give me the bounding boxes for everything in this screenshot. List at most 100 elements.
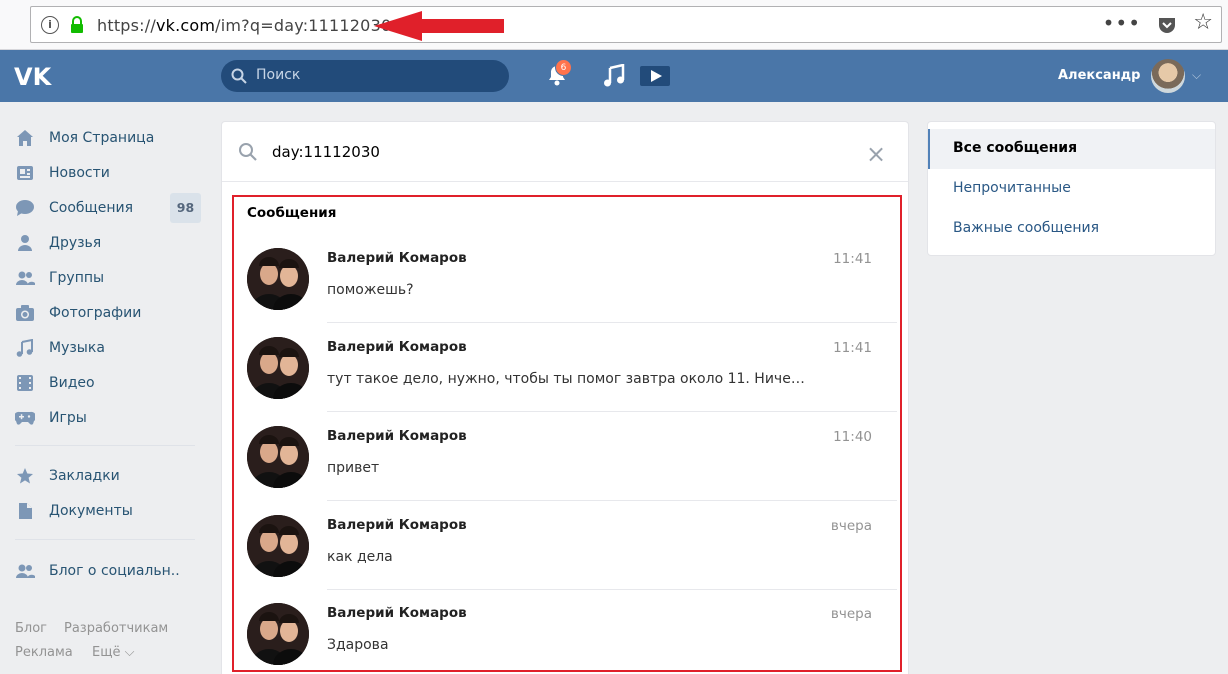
- sidebar-item-blog[interactable]: Блог о социальн..: [15, 555, 203, 587]
- filter-all-messages[interactable]: Все сообщения: [928, 129, 1215, 169]
- message-preview: привет: [327, 460, 380, 476]
- avatar[interactable]: [247, 426, 309, 488]
- sidebar-item-label: Документы: [49, 503, 133, 519]
- avatar[interactable]: [247, 603, 309, 665]
- page-actions-icon[interactable]: •••: [1103, 11, 1141, 35]
- message-time: 11:41: [833, 251, 872, 267]
- sidebar-item-games[interactable]: Игры: [15, 402, 203, 434]
- message-row[interactable]: Валерий Комаров вчера Здарова: [247, 589, 877, 674]
- home-icon: [15, 128, 35, 148]
- message-sender[interactable]: Валерий Комаров: [327, 250, 467, 266]
- footer-link-developers[interactable]: Разработчикам: [64, 621, 168, 636]
- document-icon: [15, 501, 35, 521]
- svg-text:VK: VK: [14, 63, 53, 89]
- header-search-input[interactable]: Поиск: [221, 60, 509, 92]
- footer-link-more[interactable]: Ещё ⌵: [92, 645, 134, 660]
- video-icon[interactable]: [640, 64, 670, 88]
- message-search-bar: day:11112030 ×: [222, 122, 908, 182]
- sidebar-item-messages[interactable]: Сообщения 98: [15, 192, 203, 224]
- sidebar-item-label: Фотографии: [49, 305, 142, 321]
- sidebar-item-friends[interactable]: Друзья: [15, 227, 203, 259]
- sidebar: Моя Страница Новости Сообщения 98 Друзья…: [0, 102, 210, 674]
- avatar[interactable]: [247, 337, 309, 399]
- notifications-badge: 6: [555, 59, 572, 76]
- sidebar-item-music[interactable]: Музыка: [15, 332, 203, 364]
- user-name[interactable]: Александр: [1058, 68, 1141, 83]
- messages-count-badge: 98: [170, 193, 201, 223]
- sidebar-item-label: Музыка: [49, 340, 105, 356]
- footer-link-blog[interactable]: Блог: [15, 621, 47, 636]
- message-time: вчера: [830, 518, 872, 534]
- message-sender[interactable]: Валерий Комаров: [327, 605, 467, 621]
- filter-label: Все сообщения: [953, 140, 1078, 156]
- gamepad-icon: [15, 408, 35, 428]
- message-row[interactable]: Валерий Комаров вчера как дела: [247, 501, 897, 590]
- message-preview: тут такое дело, нужно, чтобы ты помог за…: [327, 371, 807, 387]
- message-preview: поможешь?: [327, 282, 414, 298]
- browser-toolbar: i https://vk.com/im?q=day:11112030 ••• ☆: [0, 0, 1228, 50]
- filter-label: Важные сообщения: [953, 220, 1100, 236]
- messages-filter-menu: Все сообщения Непрочитанные Важные сообщ…: [927, 121, 1216, 256]
- video-icon: [15, 373, 35, 393]
- camera-icon: [15, 303, 35, 323]
- sidebar-item-label: Блог о социальн..: [49, 563, 180, 579]
- section-title: Сообщения: [247, 205, 337, 221]
- sidebar-divider: [15, 445, 195, 446]
- message-sender[interactable]: Валерий Комаров: [327, 428, 467, 444]
- message-sender[interactable]: Валерий Комаров: [327, 339, 467, 355]
- sidebar-item-label: Игры: [49, 410, 87, 426]
- news-icon: [15, 163, 35, 183]
- message-time: 11:40: [833, 429, 872, 445]
- address-bar[interactable]: i https://vk.com/im?q=day:11112030 ••• ☆: [30, 6, 1222, 43]
- user-avatar[interactable]: [1151, 59, 1185, 93]
- sidebar-item-label: Друзья: [49, 235, 102, 251]
- sidebar-item-label: Новости: [49, 165, 110, 181]
- message-row[interactable]: Валерий Комаров 11:40 привет: [247, 412, 897, 501]
- message-row[interactable]: Валерий Комаров 11:41 поможешь?: [247, 234, 897, 323]
- pocket-icon[interactable]: [1157, 15, 1177, 35]
- info-icon[interactable]: i: [41, 16, 59, 34]
- search-placeholder: Поиск: [256, 67, 301, 83]
- message-time: 11:41: [833, 340, 872, 356]
- close-icon[interactable]: ×: [866, 140, 886, 168]
- sidebar-item-photos[interactable]: Фотографии: [15, 297, 203, 329]
- search-icon: [239, 143, 257, 161]
- groups-icon: [15, 268, 35, 288]
- filter-important[interactable]: Важные сообщения: [928, 209, 1215, 249]
- chevron-down-icon[interactable]: ⌵: [1192, 68, 1201, 83]
- message-preview: Здарова: [327, 637, 389, 653]
- sidebar-divider: [15, 539, 195, 540]
- sidebar-item-documents[interactable]: Документы: [15, 495, 203, 527]
- message-row[interactable]: Валерий Комаров 11:41 тут такое дело, ну…: [247, 323, 897, 412]
- message-preview: как дела: [327, 549, 393, 565]
- url-text[interactable]: https://vk.com/im?q=day:11112030: [97, 16, 391, 35]
- message-sender[interactable]: Валерий Комаров: [327, 517, 467, 533]
- avatar[interactable]: [247, 248, 309, 310]
- sidebar-item-groups[interactable]: Группы: [15, 262, 203, 294]
- music-icon: [15, 338, 35, 358]
- message-search-input[interactable]: day:11112030: [272, 143, 380, 161]
- avatar[interactable]: [247, 515, 309, 577]
- search-icon: [231, 68, 247, 84]
- site-header: VK Поиск 6 Александр ⌵: [0, 50, 1228, 102]
- sidebar-item-label: Моя Страница: [49, 130, 155, 146]
- sidebar-item-my-page[interactable]: Моя Страница: [15, 122, 203, 154]
- friends-icon: [15, 233, 35, 253]
- sidebar-item-video[interactable]: Видео: [15, 367, 203, 399]
- filter-label: Непрочитанные: [953, 180, 1071, 196]
- messages-icon: [15, 198, 35, 218]
- sidebar-item-bookmarks[interactable]: Закладки: [15, 460, 203, 492]
- star-icon: [15, 466, 35, 486]
- lock-icon: [71, 16, 83, 33]
- bookmark-star-icon[interactable]: ☆: [1193, 10, 1213, 35]
- blog-icon: [15, 561, 35, 581]
- sidebar-item-label: Группы: [49, 270, 105, 286]
- music-icon[interactable]: [603, 64, 625, 88]
- message-time: вчера: [830, 606, 872, 622]
- filter-unread[interactable]: Непрочитанные: [928, 169, 1215, 209]
- vk-logo-icon[interactable]: VK: [14, 63, 56, 89]
- footer-link-ads[interactable]: Реклама: [15, 645, 73, 660]
- sidebar-item-label: Сообщения: [49, 200, 134, 216]
- sidebar-item-label: Закладки: [49, 468, 120, 484]
- sidebar-item-news[interactable]: Новости: [15, 157, 203, 189]
